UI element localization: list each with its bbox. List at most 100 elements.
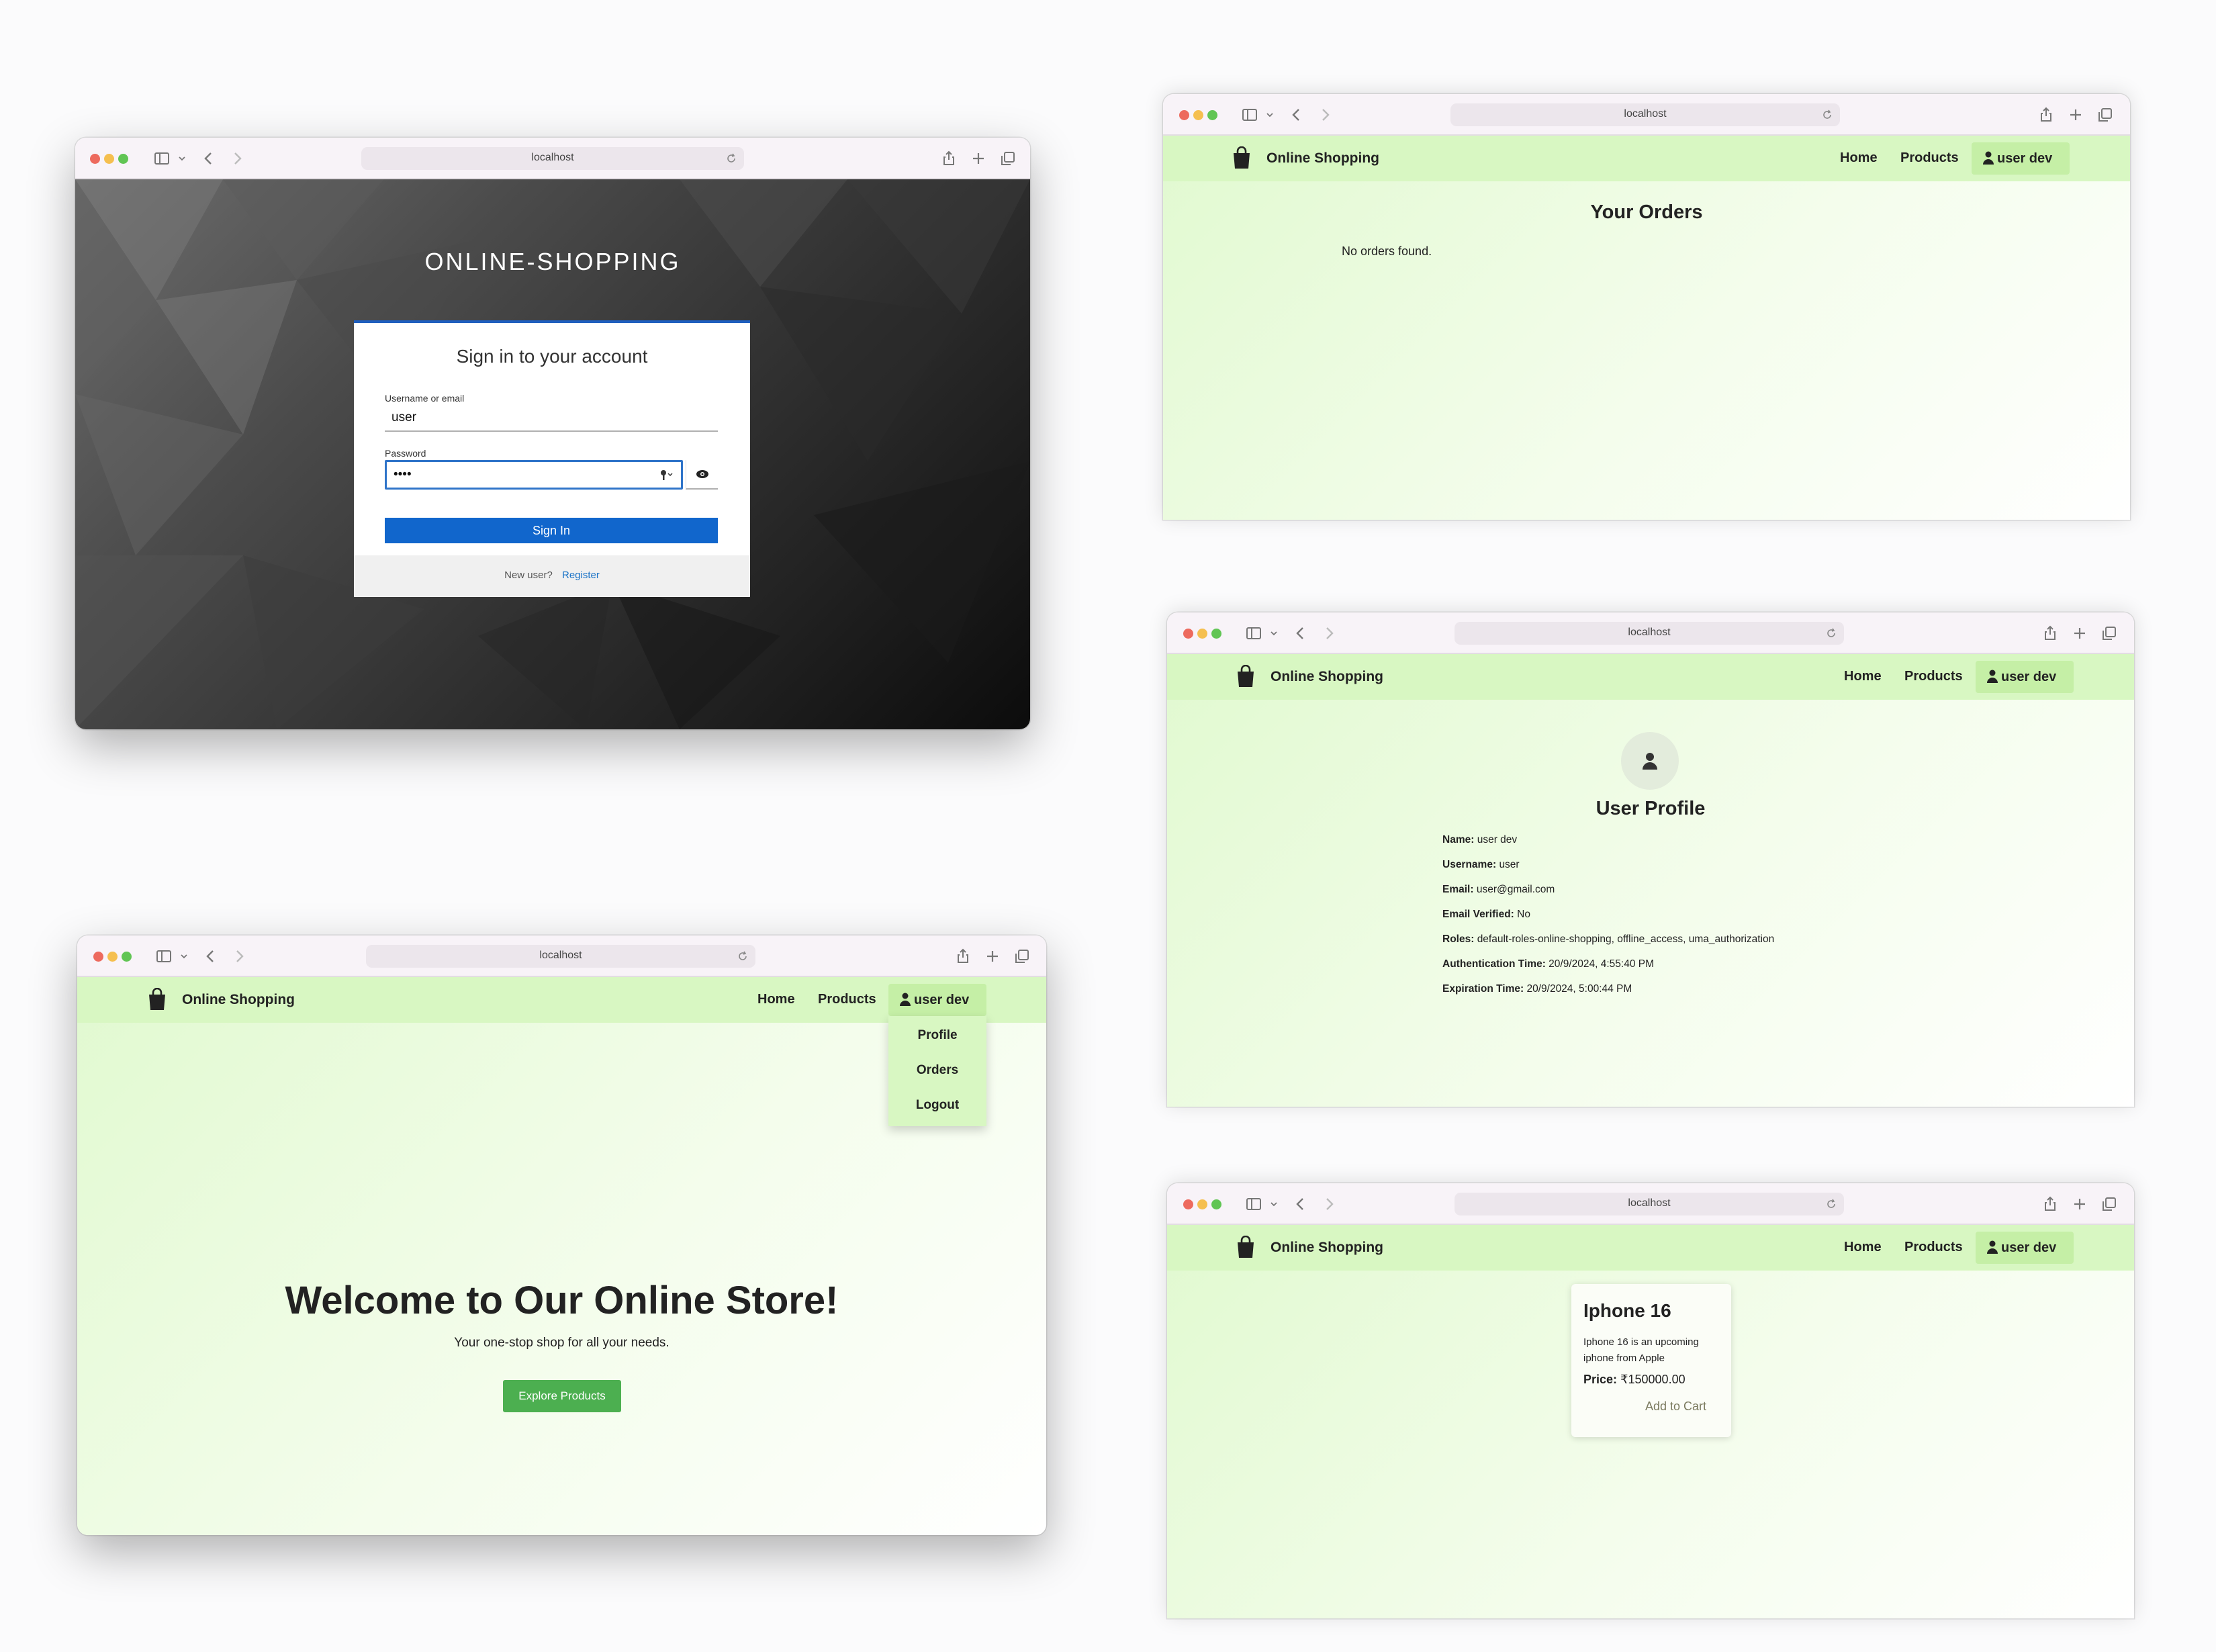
nav-products-link[interactable]: Products bbox=[1904, 1240, 1963, 1255]
tab-overview-icon[interactable] bbox=[1013, 948, 1031, 965]
nav-home-link[interactable]: Home bbox=[1844, 669, 1882, 684]
reload-icon[interactable] bbox=[725, 152, 737, 165]
forward-arrow-icon[interactable] bbox=[228, 150, 246, 167]
minimize-window-button[interactable] bbox=[104, 154, 114, 164]
tab-overview-icon[interactable] bbox=[2100, 625, 2118, 642]
zoom-window-button[interactable] bbox=[1211, 1199, 1221, 1209]
address-bar[interactable]: localhost bbox=[366, 945, 755, 968]
nav-products-link[interactable]: Products bbox=[1900, 150, 1959, 166]
share-icon[interactable] bbox=[2037, 106, 2055, 124]
address-bar[interactable]: localhost bbox=[1450, 103, 1840, 126]
minimize-window-button[interactable] bbox=[1193, 110, 1203, 120]
username-input[interactable]: user bbox=[385, 405, 718, 432]
address-bar[interactable]: localhost bbox=[1455, 622, 1844, 645]
tab-overview-icon[interactable] bbox=[999, 150, 1017, 167]
chevron-down-icon[interactable] bbox=[1265, 1195, 1277, 1213]
minimize-window-button[interactable] bbox=[1197, 629, 1207, 639]
brand-name[interactable]: Online Shopping bbox=[1266, 150, 1379, 167]
nav-home-link[interactable]: Home bbox=[757, 992, 795, 1007]
minimize-window-button[interactable] bbox=[1197, 1199, 1207, 1209]
new-tab-icon[interactable] bbox=[2071, 1195, 2088, 1213]
tab-overview-icon[interactable] bbox=[2100, 1195, 2118, 1213]
zoom-window-button[interactable] bbox=[1207, 110, 1217, 120]
brand-name[interactable]: Online Shopping bbox=[182, 992, 295, 1008]
show-password-toggle[interactable] bbox=[686, 460, 718, 490]
menu-item-orders[interactable]: Orders bbox=[888, 1063, 986, 1078]
reload-icon[interactable] bbox=[1825, 627, 1837, 639]
reload-icon[interactable] bbox=[737, 950, 749, 962]
share-icon[interactable] bbox=[2041, 625, 2059, 642]
chevron-down-icon[interactable] bbox=[175, 948, 187, 965]
menu-item-profile[interactable]: Profile bbox=[888, 1028, 986, 1043]
share-icon[interactable] bbox=[954, 948, 972, 965]
address-bar[interactable]: localhost bbox=[361, 147, 744, 170]
tab-overview-icon[interactable] bbox=[2096, 106, 2114, 124]
key-icon[interactable] bbox=[659, 469, 673, 481]
sidebar-icon[interactable] bbox=[1245, 1195, 1262, 1213]
page-title: Your Orders bbox=[1590, 201, 1703, 223]
login-heading: Sign in to your account bbox=[456, 346, 648, 367]
user-menu-button[interactable]: user dev bbox=[888, 984, 986, 1016]
browser-window-profile: localhost Online Shopping Home Products … bbox=[1167, 612, 2134, 1107]
sidebar-icon[interactable] bbox=[155, 948, 173, 965]
back-arrow-icon[interactable] bbox=[1288, 106, 1305, 124]
zoom-window-button[interactable] bbox=[118, 154, 128, 164]
back-arrow-icon[interactable] bbox=[200, 150, 218, 167]
user-menu-button[interactable]: user dev bbox=[1976, 661, 2074, 693]
brand-name[interactable]: Online Shopping bbox=[1271, 1240, 1383, 1256]
nav-products-link[interactable]: Products bbox=[1904, 669, 1963, 684]
back-arrow-icon[interactable] bbox=[202, 948, 220, 965]
zoom-window-button[interactable] bbox=[122, 952, 132, 962]
shopping-bag-icon[interactable] bbox=[1236, 665, 1256, 688]
close-window-button[interactable] bbox=[1183, 629, 1193, 639]
login-card: Sign in to your account Username or emai… bbox=[354, 320, 750, 597]
share-icon[interactable] bbox=[940, 150, 958, 167]
user-menu-label: user dev bbox=[2001, 670, 2057, 684]
forward-arrow-icon[interactable] bbox=[230, 948, 248, 965]
minimize-window-button[interactable] bbox=[107, 952, 118, 962]
forward-arrow-icon[interactable] bbox=[1320, 1195, 1338, 1213]
close-window-button[interactable] bbox=[93, 952, 103, 962]
back-arrow-icon[interactable] bbox=[1292, 625, 1309, 642]
nav-home-link[interactable]: Home bbox=[1840, 150, 1878, 166]
brand-name[interactable]: Online Shopping bbox=[1271, 669, 1383, 685]
sidebar-icon[interactable] bbox=[1241, 106, 1258, 124]
register-link[interactable]: Register bbox=[562, 569, 600, 581]
password-input[interactable]: •••• bbox=[385, 460, 683, 490]
shopping-bag-icon[interactable] bbox=[147, 988, 167, 1011]
new-tab-icon[interactable] bbox=[984, 948, 1001, 965]
new-tab-icon[interactable] bbox=[2067, 106, 2084, 124]
nav-products-link[interactable]: Products bbox=[818, 992, 876, 1007]
add-to-cart-button[interactable]: Add to Cart bbox=[1645, 1399, 1706, 1414]
forward-arrow-icon[interactable] bbox=[1316, 106, 1334, 124]
sign-in-button[interactable]: Sign In bbox=[385, 518, 718, 543]
close-window-button[interactable] bbox=[90, 154, 100, 164]
close-window-button[interactable] bbox=[1183, 1199, 1193, 1209]
explore-products-button[interactable]: Explore Products bbox=[503, 1380, 621, 1412]
new-tab-icon[interactable] bbox=[970, 150, 987, 167]
sidebar-icon[interactable] bbox=[153, 150, 171, 167]
address-bar[interactable]: localhost bbox=[1455, 1193, 1844, 1215]
forward-arrow-icon[interactable] bbox=[1320, 625, 1338, 642]
sidebar-icon[interactable] bbox=[1245, 625, 1262, 642]
chevron-down-icon[interactable] bbox=[1261, 106, 1273, 124]
nav-home-link[interactable]: Home bbox=[1844, 1240, 1882, 1255]
share-icon[interactable] bbox=[2041, 1195, 2059, 1213]
new-tab-icon[interactable] bbox=[2071, 625, 2088, 642]
menu-item-logout[interactable]: Logout bbox=[888, 1098, 986, 1113]
close-window-button[interactable] bbox=[1179, 110, 1189, 120]
user-menu-button[interactable]: user dev bbox=[1976, 1232, 2074, 1264]
address-bar-url: localhost bbox=[1624, 108, 1667, 120]
chevron-down-icon[interactable] bbox=[173, 150, 185, 167]
reload-icon[interactable] bbox=[1825, 1198, 1837, 1210]
back-arrow-icon[interactable] bbox=[1292, 1195, 1309, 1213]
profile-field-email-verified: Email Verified: No bbox=[1442, 909, 1530, 920]
shopping-bag-icon[interactable] bbox=[1232, 146, 1252, 169]
chevron-down-icon[interactable] bbox=[1265, 625, 1277, 642]
user-menu-button[interactable]: user dev bbox=[1972, 142, 2070, 175]
reload-icon[interactable] bbox=[1821, 109, 1833, 121]
shopping-bag-icon[interactable] bbox=[1236, 1236, 1256, 1258]
empty-orders-message: No orders found. bbox=[1342, 244, 1432, 258]
zoom-window-button[interactable] bbox=[1211, 629, 1221, 639]
address-bar-url: localhost bbox=[1628, 627, 1671, 638]
